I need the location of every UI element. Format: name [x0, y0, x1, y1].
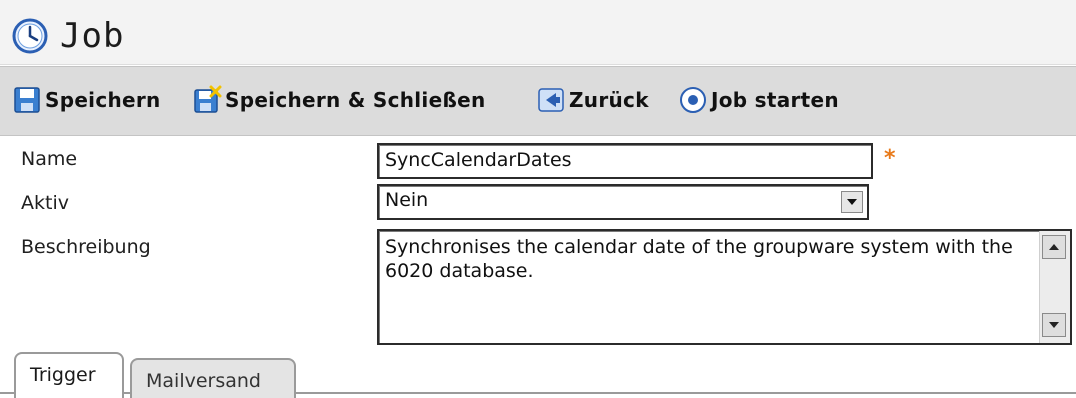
save-and-close-button[interactable]: Speichern & Schließen	[192, 83, 486, 117]
save-button-label: Speichern	[45, 88, 161, 112]
back-arrow-icon	[538, 88, 564, 112]
tab-trigger-label: Trigger	[30, 364, 96, 386]
toolbar: Speichern Speichern & Schließen Zurück J…	[0, 66, 1076, 136]
name-label: Name	[21, 148, 78, 170]
start-job-button[interactable]: Job starten	[678, 83, 839, 117]
save-and-close-button-label: Speichern & Schließen	[225, 88, 486, 112]
back-button-label: Zurück	[569, 88, 649, 112]
tab-trigger[interactable]: Trigger	[14, 352, 124, 398]
page-title: Job	[60, 16, 125, 56]
save-button[interactable]: Speichern	[12, 83, 161, 117]
start-circle-icon	[680, 87, 706, 113]
beschreibung-textarea[interactable]: Synchronises the calendar date of the gr…	[377, 229, 1072, 345]
required-marker: *	[884, 146, 896, 171]
scroll-down-icon[interactable]	[1042, 313, 1066, 337]
floppy-disk-close-icon	[194, 85, 222, 113]
tab-mailversand[interactable]: Mailversand	[130, 358, 296, 398]
title-bar: Job	[0, 0, 1076, 65]
tab-mailversand-label: Mailversand	[146, 370, 261, 392]
beschreibung-label: Beschreibung	[21, 236, 151, 258]
aktiv-select[interactable]: Nein	[377, 184, 869, 220]
scroll-up-icon[interactable]	[1042, 235, 1066, 259]
name-input-value: SyncCalendarDates	[385, 149, 572, 171]
floppy-disk-icon	[14, 87, 40, 113]
beschreibung-text: Synchronises the calendar date of the gr…	[385, 236, 1013, 282]
aktiv-label: Aktiv	[21, 192, 69, 214]
clock-icon	[12, 18, 48, 54]
aktiv-select-value: Nein	[385, 189, 429, 211]
start-job-button-label: Job starten	[711, 88, 839, 112]
chevron-down-icon[interactable]	[841, 191, 863, 213]
name-input[interactable]: SyncCalendarDates	[377, 143, 873, 179]
scrollbar[interactable]	[1039, 231, 1070, 343]
back-button[interactable]: Zurück	[536, 83, 649, 117]
